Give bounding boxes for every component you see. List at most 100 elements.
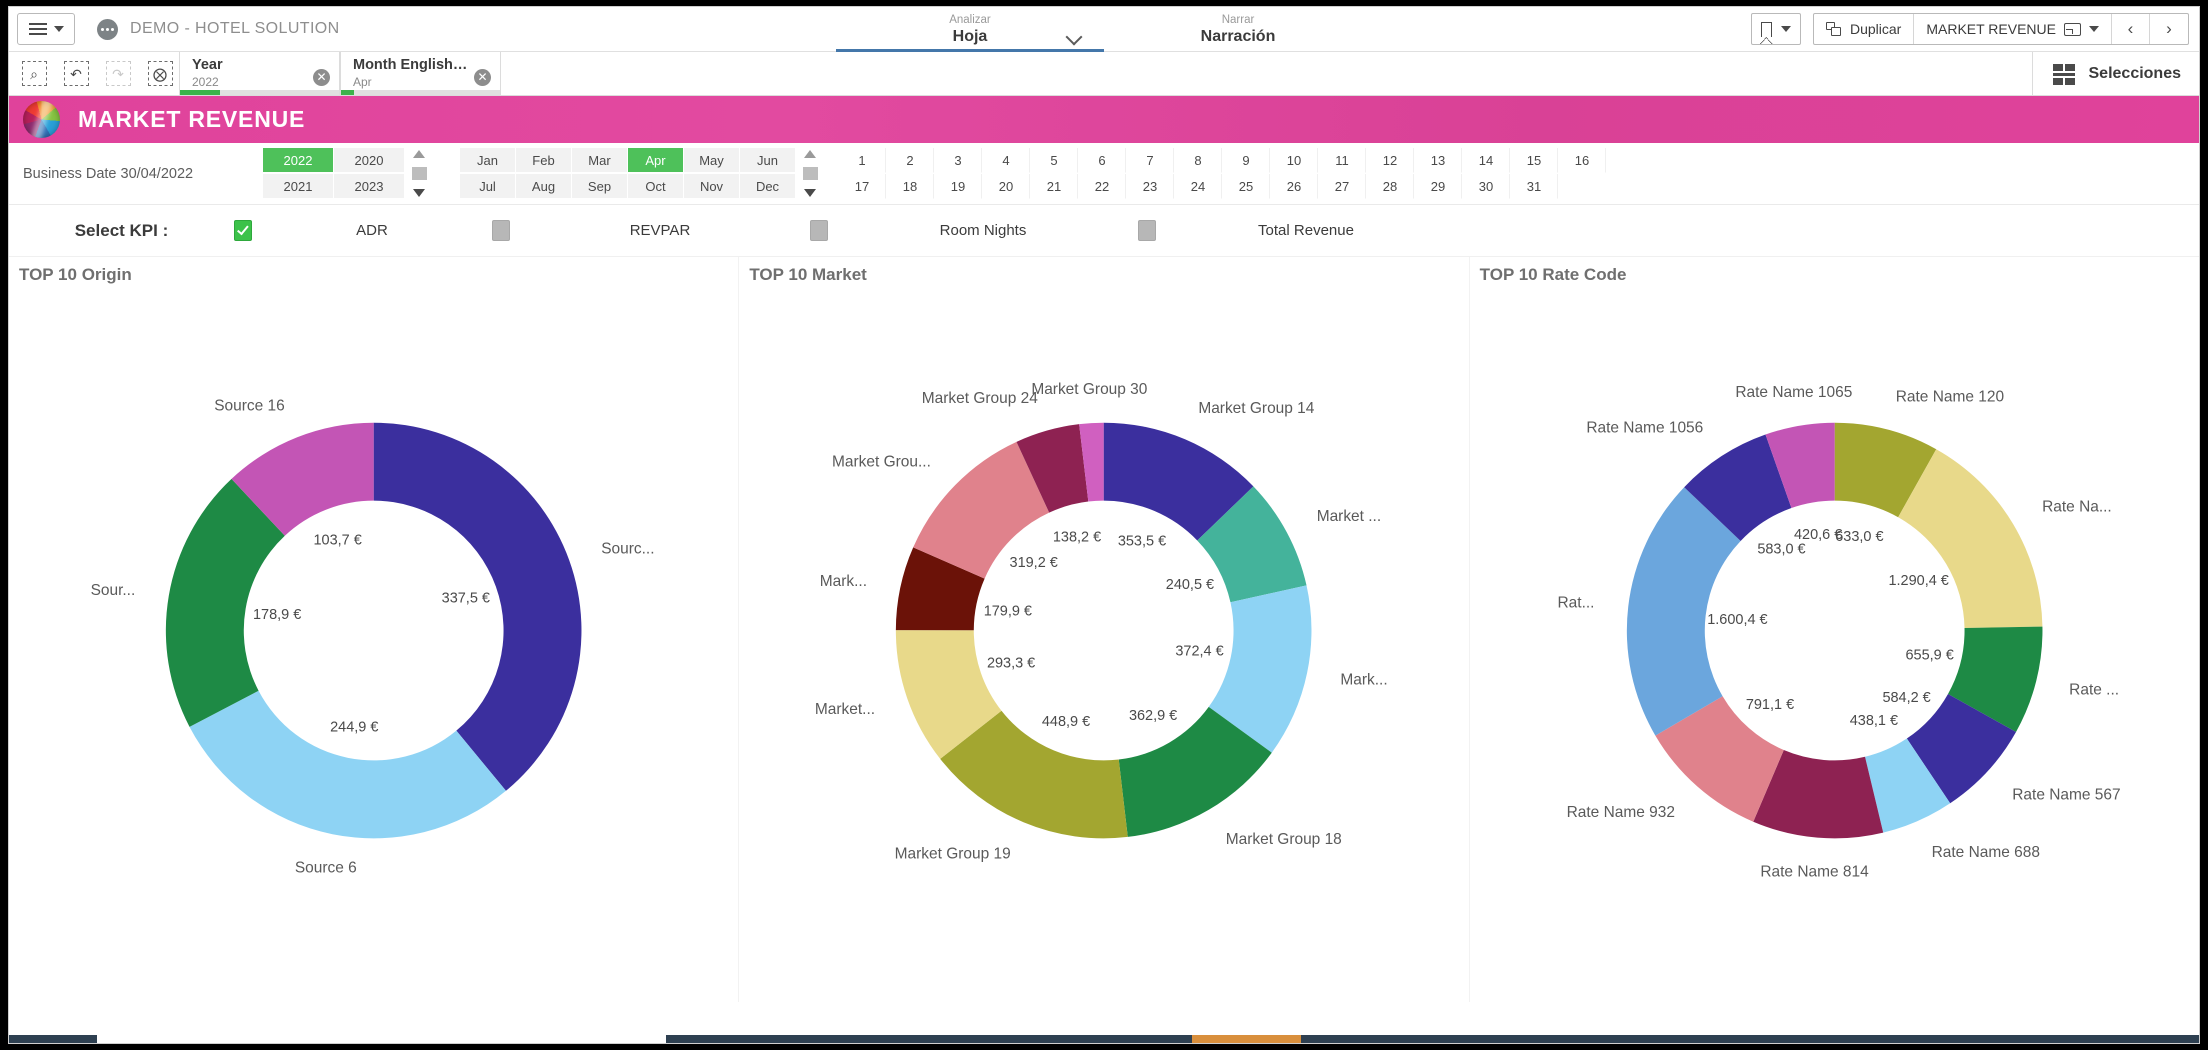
day-cell-8[interactable]: 8: [1175, 148, 1222, 173]
kpi-checkbox-revpar[interactable]: [492, 220, 510, 241]
day-grid: 1 2 3 4 5 6 7 8 9 10 11 12 13 14 15 16 17 18 19 20 21 22 23 24 2…: [839, 148, 1606, 199]
pie-value-label: 655,9 €: [1905, 647, 1953, 663]
scroll-thumb[interactable]: [802, 167, 818, 180]
pie-slice-label: Market Group 18: [1226, 831, 1342, 848]
day-cell-10[interactable]: 10: [1271, 148, 1318, 173]
day-cell-11[interactable]: 11: [1319, 148, 1366, 173]
next-sheet-button[interactable]: ›: [2150, 14, 2188, 44]
month-cell-jun[interactable]: Jun: [740, 148, 795, 173]
clear-selections-button[interactable]: ⨂: [141, 55, 179, 93]
day-cell-23[interactable]: 23: [1127, 174, 1174, 199]
kpi-item-room-nights[interactable]: Room Nights: [810, 220, 1138, 241]
qlik-app-window: DEMO - HOTEL SOLUTION Analizar Hoja Narr…: [8, 6, 2200, 1044]
day-cell-7[interactable]: 7: [1127, 148, 1174, 173]
year-cell-2023[interactable]: 2023: [334, 174, 404, 199]
month-cell-jan[interactable]: Jan: [460, 148, 515, 173]
kpi-checkbox-total-revenue[interactable]: [1138, 220, 1156, 241]
day-cell-16[interactable]: 16: [1559, 148, 1606, 173]
chevron-down-icon[interactable]: [1065, 28, 1083, 46]
year-cell-2020[interactable]: 2020: [334, 148, 404, 173]
main-menu-button[interactable]: [17, 13, 75, 45]
pie-slice-label: Rate Name 567: [2012, 787, 2120, 804]
day-cell-31[interactable]: 31: [1511, 174, 1558, 199]
scroll-thumb[interactable]: [411, 167, 427, 180]
year-scrollbar[interactable]: [404, 148, 434, 199]
kpi-label-adr: ADR: [356, 222, 388, 239]
day-cell-6[interactable]: 6: [1079, 148, 1126, 173]
month-cell-feb[interactable]: Feb: [516, 148, 571, 173]
close-icon[interactable]: ✕: [474, 69, 491, 86]
bookmarks-button[interactable]: [1750, 13, 1801, 45]
donut-origin[interactable]: Sourc... 337,5 € Source 6 244,9 € Sour... 178…: [9, 299, 738, 1002]
pie-value-label: 791,1 €: [1746, 697, 1794, 713]
day-cell-27[interactable]: 27: [1319, 174, 1366, 199]
close-icon[interactable]: ✕: [313, 69, 330, 86]
kpi-item-total-revenue[interactable]: Total Revenue: [1138, 220, 1456, 241]
chip-fill-bar: [341, 90, 500, 95]
day-cell-9[interactable]: 9: [1223, 148, 1270, 173]
banner-title: MARKET REVENUE: [78, 106, 306, 132]
day-cell-17[interactable]: 17: [839, 174, 886, 199]
bookmark-icon: [1760, 21, 1773, 44]
day-cell-21[interactable]: 21: [1031, 174, 1078, 199]
selection-chip-year[interactable]: Year 2022 ✕: [179, 52, 340, 95]
status-segment: [1191, 1035, 1302, 1043]
day-cell-18[interactable]: 18: [887, 174, 934, 199]
donut-rate-code[interactable]: Rate Name 120 633,0 € Rate Na... 1.290,4 € R…: [1470, 299, 2199, 1002]
month-cell-aug[interactable]: Aug: [516, 174, 571, 199]
year-cell-2022[interactable]: 2022: [263, 148, 333, 173]
day-cell-26[interactable]: 26: [1271, 174, 1318, 199]
day-cell-4[interactable]: 4: [983, 148, 1030, 173]
selections-panel-button[interactable]: Selecciones: [2031, 52, 2200, 95]
selection-search-button[interactable]: ⌕: [15, 55, 53, 93]
month-cell-dec[interactable]: Dec: [740, 174, 795, 199]
day-cell-12[interactable]: 12: [1367, 148, 1414, 173]
day-cell-25[interactable]: 25: [1223, 174, 1270, 199]
scroll-up-icon[interactable]: [413, 150, 425, 158]
month-scrollbar[interactable]: [795, 148, 825, 199]
kpi-checkbox-adr[interactable]: [234, 220, 252, 241]
day-cell-20[interactable]: 20: [983, 174, 1030, 199]
day-cell-1[interactable]: 1: [839, 148, 886, 173]
day-cell-30[interactable]: 30: [1463, 174, 1510, 199]
day-cell-19[interactable]: 19: [935, 174, 982, 199]
step-back-button[interactable]: ↶: [57, 55, 95, 93]
month-cell-sep[interactable]: Sep: [572, 174, 627, 199]
duplicate-button[interactable]: Duplicar: [1814, 14, 1915, 44]
day-cell-29[interactable]: 29: [1415, 174, 1462, 199]
app-title: DEMO - HOTEL SOLUTION: [130, 20, 340, 37]
year-grid: 2022 2020 2021 2023: [263, 148, 404, 199]
month-cell-apr[interactable]: Apr: [628, 148, 683, 173]
month-cell-nov[interactable]: Nov: [684, 174, 739, 199]
kpi-item-revpar[interactable]: REVPAR: [492, 220, 810, 241]
day-cell-5[interactable]: 5: [1031, 148, 1078, 173]
sheet-selector-button[interactable]: MARKET REVENUE: [1914, 14, 2112, 44]
scroll-down-icon[interactable]: [413, 189, 425, 197]
pie-slice[interactable]: [189, 690, 506, 839]
year-cell-2021[interactable]: 2021: [263, 174, 333, 199]
day-cell-28[interactable]: 28: [1367, 174, 1414, 199]
selection-chip-month[interactable]: Month English S... Apr ✕: [340, 52, 501, 95]
day-cell-3[interactable]: 3: [935, 148, 982, 173]
scroll-up-icon[interactable]: [804, 150, 816, 158]
pie-slice[interactable]: [373, 422, 582, 791]
month-cell-oct[interactable]: Oct: [628, 174, 683, 199]
day-cell-24[interactable]: 24: [1175, 174, 1222, 199]
month-cell-may[interactable]: May: [684, 148, 739, 173]
pie-slice-label: Market Group 14: [1199, 400, 1315, 417]
month-cell-mar[interactable]: Mar: [572, 148, 627, 173]
donut-market[interactable]: Market Group 14 353,5 € Market ... 240,5 € M…: [739, 299, 1468, 1002]
kpi-checkbox-room-nights[interactable]: [810, 220, 828, 241]
day-cell-13[interactable]: 13: [1415, 148, 1462, 173]
day-cell-2[interactable]: 2: [887, 148, 934, 173]
day-cell-22[interactable]: 22: [1079, 174, 1126, 199]
previous-sheet-button[interactable]: ‹: [2112, 14, 2150, 44]
day-cell-15[interactable]: 15: [1511, 148, 1558, 173]
nav-narrate-story[interactable]: Narrar Narración: [1104, 7, 1372, 52]
day-cell-14[interactable]: 14: [1463, 148, 1510, 173]
pie-value-label: 179,9 €: [984, 603, 1032, 619]
scroll-down-icon[interactable]: [804, 189, 816, 197]
month-cell-jul[interactable]: Jul: [460, 174, 515, 199]
kpi-item-adr[interactable]: ADR: [234, 220, 492, 241]
nav-analyze-sheet[interactable]: Analizar Hoja: [836, 7, 1104, 52]
